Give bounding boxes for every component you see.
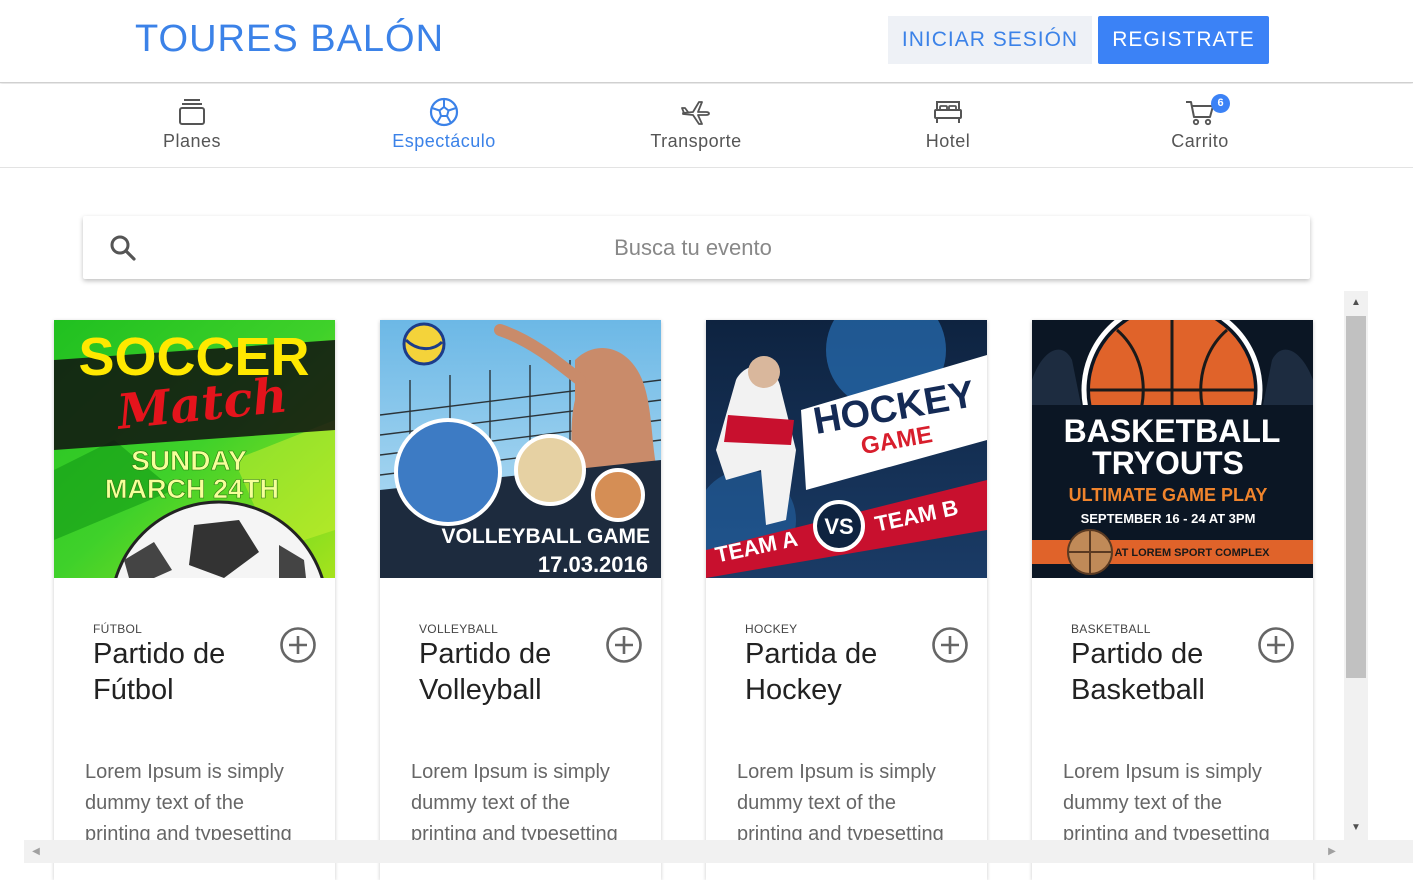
nav-item-hotel[interactable]: Hotel [848, 84, 1048, 168]
layers-icon [179, 99, 205, 125]
poster-text-tryouts: TRYOUTS [1092, 445, 1244, 481]
horizontal-scrollbar[interactable]: ◀ ▶ [24, 840, 1344, 863]
event-category: FÚTBOL [93, 622, 143, 636]
nav-label-carrito: Carrito [1171, 131, 1229, 151]
add-circle-icon[interactable] [604, 625, 644, 665]
nav-item-espectaculo[interactable]: Espectáculo [344, 84, 544, 168]
poster-text-ultimate: ULTIMATE GAME PLAY [1069, 485, 1268, 505]
nav-label-planes: Planes [162, 131, 222, 151]
nav-label-transporte: Transporte [650, 131, 742, 151]
event-poster-image: BASKETBALL TRYOUTS ULTIMATE GAME PLAY SE… [1032, 320, 1313, 578]
poster-text-basketball: BASKETBALL [1064, 413, 1281, 449]
nav-label-espectaculo: Espectáculo [392, 131, 496, 151]
category-nav: Planes Espectáculo Transporte Hotel 6 Ca… [0, 84, 1413, 168]
nav-item-planes[interactable]: Planes [92, 84, 292, 168]
poster-text-vs: VS [824, 514, 853, 539]
event-card[interactable]: SOCCER Match SUNDAY MARCH 24TH FÚTBOL Pa… [54, 320, 335, 880]
login-button[interactable]: INICIAR SESIÓN [888, 16, 1092, 64]
bed-icon [934, 101, 962, 123]
event-card[interactable]: BASKETBALL TRYOUTS ULTIMATE GAME PLAY SE… [1032, 320, 1313, 880]
vertical-scrollbar[interactable]: ▲ ▼ [1344, 291, 1368, 840]
event-title: Partido de Volleyball [419, 638, 552, 706]
scrollbar-corner [1344, 840, 1413, 863]
add-circle-icon[interactable] [930, 625, 970, 665]
search-input[interactable] [153, 226, 1233, 270]
event-poster-image: VOLLEYBALL GAME 17.03.2016 [380, 320, 661, 578]
event-category: BASKETBALL [1071, 622, 1151, 636]
vertical-scroll-thumb[interactable] [1346, 316, 1366, 678]
scroll-left-arrow-icon[interactable]: ◀ [26, 840, 46, 863]
event-title: Partido de Basketball [1071, 638, 1205, 706]
event-poster-image: HOCKEY GAME VS TEAM A TEAM B [706, 320, 987, 578]
scroll-up-arrow-icon[interactable]: ▲ [1344, 293, 1368, 313]
add-circle-icon[interactable] [278, 625, 318, 665]
event-card[interactable]: VOLLEYBALL GAME 17.03.2016 VOLLEYBALL Pa… [380, 320, 661, 880]
poster-text-venue: AT LOREM SPORT COMPLEX [1114, 547, 1270, 559]
top-app-bar: TOURES BALÓN INICIAR SESIÓN REGISTRATE [0, 0, 1413, 83]
event-title: Partida de Hockey [745, 638, 878, 706]
nav-label-hotel: Hotel [925, 131, 971, 151]
nav-item-carrito[interactable]: 6 Carrito [1100, 84, 1300, 168]
nav-item-transporte[interactable]: Transporte [596, 84, 796, 168]
soccer-ball-icon [429, 97, 459, 127]
cart-count-badge: 6 [1211, 94, 1230, 113]
poster-text-game: VOLLEYBALL GAME [442, 525, 650, 548]
event-description: Lorem Ipsum is simply dummy text of the … [737, 761, 944, 845]
poster-text-date: MARCH 24TH [105, 474, 279, 504]
event-title: Partido de Fútbol [93, 638, 226, 706]
poster-text-day: SUNDAY [131, 445, 247, 476]
register-button[interactable]: REGISTRATE [1098, 16, 1269, 64]
event-card[interactable]: HOCKEY GAME VS TEAM A TEAM B HOCKEY Part… [706, 320, 987, 880]
poster-text-date: 17.03.2016 [538, 552, 648, 577]
search-icon[interactable] [109, 234, 137, 262]
event-description: Lorem Ipsum is simply dummy text of the … [1063, 761, 1270, 845]
scroll-right-arrow-icon[interactable]: ▶ [1322, 840, 1342, 863]
search-bar [83, 216, 1310, 279]
add-circle-icon[interactable] [1256, 625, 1296, 665]
event-description: Lorem Ipsum is simply dummy text of the … [85, 761, 292, 845]
scroll-down-arrow-icon[interactable]: ▼ [1344, 818, 1368, 838]
brand-logo[interactable]: TOURES BALÓN [135, 18, 444, 61]
event-category: HOCKEY [745, 622, 798, 636]
airplane-icon [681, 101, 710, 125]
poster-text-dates: SEPTEMBER 16 - 24 AT 3PM [1081, 511, 1256, 526]
event-description: Lorem Ipsum is simply dummy text of the … [411, 761, 618, 845]
event-category: VOLLEYBALL [419, 622, 499, 636]
event-poster-image: SOCCER Match SUNDAY MARCH 24TH [54, 320, 335, 578]
